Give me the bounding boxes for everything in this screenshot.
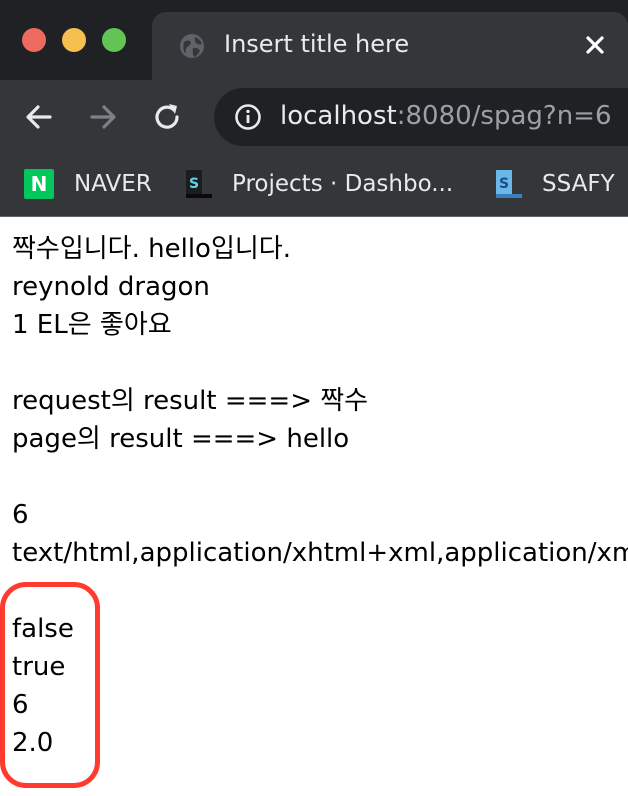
browser-toolbar: localhost:8080/spag?n=6 xyxy=(0,80,628,154)
close-window-button[interactable] xyxy=(22,28,46,52)
text-line: 2.0 xyxy=(12,728,54,758)
text-line: 6 xyxy=(12,500,29,530)
bookmark-label: SSAFY xyxy=(542,171,615,197)
address-bar[interactable]: localhost:8080/spag?n=6 xyxy=(214,88,628,146)
highlight-annotation-box xyxy=(0,582,100,788)
minimize-window-button[interactable] xyxy=(62,28,86,52)
text-line: 6 xyxy=(12,690,29,720)
text-line: reynold dragon xyxy=(12,272,210,302)
text-line: true xyxy=(12,652,66,682)
text-line: 1 EL은 좋아요 xyxy=(12,310,172,340)
s-logo-icon: S xyxy=(186,170,212,198)
svg-text:S: S xyxy=(499,176,509,192)
browser-titlebar: Insert title here xyxy=(0,0,628,80)
bookmark-projects[interactable]: S Projects · Dashbo... xyxy=(182,166,453,202)
text-line: page의 result ===> hello xyxy=(12,424,350,454)
url-text: localhost:8080/spag?n=6 xyxy=(280,101,612,131)
url-host: localhost xyxy=(280,101,397,131)
globe-icon xyxy=(180,34,204,58)
info-icon[interactable] xyxy=(234,103,262,131)
tab-title: Insert title here xyxy=(224,30,410,58)
url-path: :8080/spag?n=6 xyxy=(396,101,612,131)
s-logo-icon: S xyxy=(496,170,522,198)
text-line: false xyxy=(12,614,74,644)
svg-text:S: S xyxy=(189,176,199,192)
close-tab-icon[interactable] xyxy=(580,30,610,60)
bookmark-label: NAVER xyxy=(74,171,152,197)
text-line: request의 result ===> 짝수 xyxy=(12,386,369,416)
bookmark-label: Projects · Dashbo... xyxy=(232,171,454,197)
page-content: 짝수입니다. hello입니다. reynold dragon 1 EL은 좋아… xyxy=(12,230,628,762)
text-line: 짝수입니다. hello입니다. xyxy=(12,234,291,264)
naver-icon: N xyxy=(24,169,54,199)
back-arrow-icon[interactable] xyxy=(22,100,56,134)
bookmark-ssafy[interactable]: S SSAFY xyxy=(492,166,615,202)
bookmarks-bar: N NAVER S Projects · Dashbo... S SSAFY xyxy=(0,154,628,217)
maximize-window-button[interactable] xyxy=(102,28,126,52)
reload-icon[interactable] xyxy=(150,100,184,134)
text-line: text/html,application/xhtml+xml,applicat… xyxy=(12,538,628,568)
browser-tab[interactable]: Insert title here xyxy=(152,12,628,80)
bookmark-naver[interactable]: N NAVER xyxy=(24,166,152,202)
forward-arrow-icon[interactable] xyxy=(86,100,120,134)
